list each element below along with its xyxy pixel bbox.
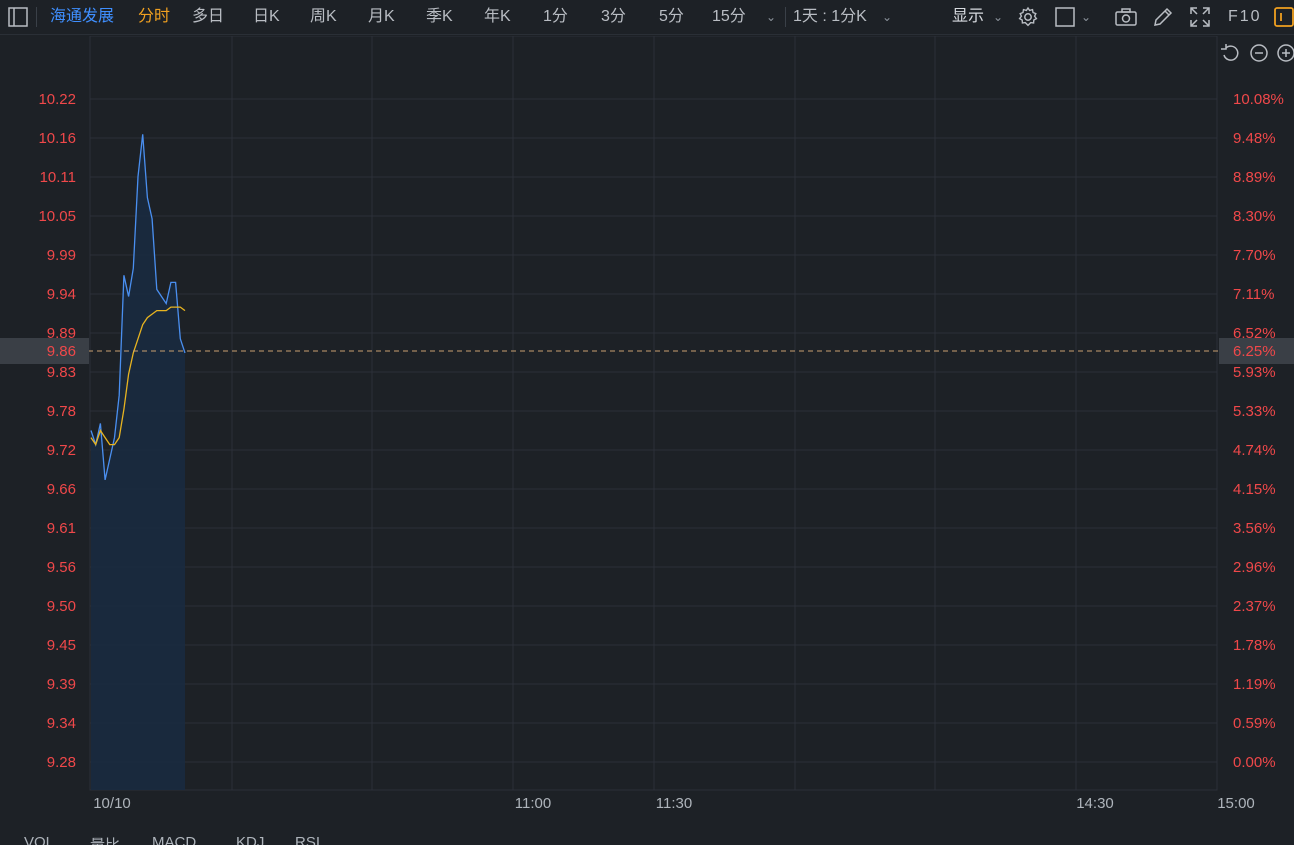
pencil-icon[interactable] [1151,5,1175,29]
stock-name[interactable]: 海通发展 [50,0,114,34]
tab-day-k[interactable]: 日K [253,0,280,34]
percent-tick-label: 7.70% [1233,247,1276,264]
tab-rsi[interactable]: RSI [295,834,320,845]
percent-tick-label: 10.08% [1233,91,1284,108]
intraday-chart[interactable]: 9.86 6.25% 10.22 10.16 10.11 10.05 9.99 9.94 9… [0,36,1294,828]
price-tick-label: 9.61 [47,520,76,537]
price-tick-label: 9.66 [47,481,76,498]
chevron-down-icon[interactable]: ⌄ [882,0,892,34]
tab-month-k[interactable]: 月K [368,0,395,34]
tab-15min[interactable]: 15分 [712,0,746,34]
time-tick-label: 14:30 [1076,795,1114,812]
percent-tick-label: 6.52% [1233,325,1276,342]
time-axis: 10/10 11:00 11:30 14:30 15:00 [93,795,1255,812]
price-tick-label: 9.39 [47,676,76,693]
tab-multi-day[interactable]: 多日 [192,0,224,34]
tab-week-k[interactable]: 周K [310,0,337,34]
current-price-label: 9.86 [47,343,76,360]
price-tick-label: 9.50 [47,598,76,615]
percent-tick-label: 1.19% [1233,676,1276,693]
tab-fenshi[interactable]: 分时 [138,0,170,34]
tab-3min[interactable]: 3分 [601,0,626,34]
display-menu[interactable]: 显示 [952,0,984,34]
percent-axis: 10.08% 9.48% 8.89% 8.30% 7.70% 7.11% 6.52% 5.93… [1233,91,1284,771]
chevron-down-icon[interactable]: ⌄ [766,0,776,34]
percent-tick-label: 0.59% [1233,715,1276,732]
percent-tick-label: 2.96% [1233,559,1276,576]
percent-tick-label: 0.00% [1233,754,1276,771]
layout-icon[interactable] [1272,5,1294,29]
tab-1min[interactable]: 1分 [543,0,568,34]
undo-icon[interactable] [1221,44,1239,61]
price-tick-label: 9.78 [47,403,76,420]
price-tick-label: 9.28 [47,754,76,771]
price-tick-label: 9.34 [47,715,76,732]
time-tick-label: 10/10 [93,795,131,812]
time-tick-label: 11:00 [515,795,551,812]
price-tick-label: 9.99 [47,247,76,264]
tab-5min[interactable]: 5分 [659,0,684,34]
price-tick-label: 10.16 [38,130,76,147]
price-tick-label: 10.11 [40,169,76,186]
percent-tick-label: 9.48% [1233,130,1276,147]
sidebar-toggle-icon[interactable] [6,5,30,29]
price-tick-label: 10.05 [38,208,76,225]
price-tick-label: 9.89 [47,325,76,342]
zoom-in-icon[interactable] [1277,44,1294,62]
chevron-down-icon[interactable]: ⌄ [993,0,1003,34]
tab-macd[interactable]: MACD [152,834,196,845]
price-tick-label: 9.45 [47,637,76,654]
price-tick-label: 10.22 [38,91,76,108]
percent-tick-label: 2.37% [1233,598,1276,615]
percent-tick-label: 4.74% [1233,442,1276,459]
percent-tick-label: 4.15% [1233,481,1276,498]
gear-icon[interactable] [1016,5,1040,29]
percent-tick-label: 8.89% [1233,169,1276,186]
tab-year-k[interactable]: 年K [484,0,511,34]
zoom-out-icon[interactable] [1250,44,1268,62]
time-tick-label: 15:00 [1217,795,1255,812]
price-tick-label: 9.83 [47,364,76,381]
divider [785,7,786,27]
period-selector[interactable]: 1天 : 1分K [793,0,867,34]
square-select-icon[interactable] [1053,5,1077,29]
divider [36,7,37,27]
chart-grid [89,36,1218,791]
time-tick-label: 11:30 [656,795,692,812]
price-axis: 10.22 10.16 10.11 10.05 9.99 9.94 9.89 9.83 9.78… [38,91,76,771]
price-tick-label: 9.72 [47,442,76,459]
current-change-label: 6.25% [1233,343,1276,360]
price-tick-label: 9.56 [47,559,76,576]
tab-season-k[interactable]: 季K [426,0,453,34]
f10-button[interactable]: F10 [1228,0,1262,34]
camera-icon[interactable] [1114,5,1138,29]
percent-tick-label: 5.33% [1233,403,1276,420]
toolbar: 海通发展 分时 多日 日K 周K 月K 季K 年K 1分 3分 5分 15分 ⌄… [0,0,1294,35]
price-tick-label: 9.94 [47,286,76,303]
percent-tick-label: 5.93% [1233,364,1276,381]
fullscreen-icon[interactable] [1188,5,1212,29]
percent-tick-label: 8.30% [1233,208,1276,225]
tab-kdj[interactable]: KDJ [236,834,264,845]
chevron-down-icon[interactable]: ⌄ [1081,0,1091,34]
indicator-tabs: VOL 量比 MACD KDJ RSI [0,828,1294,845]
tab-vol[interactable]: VOL [24,834,54,845]
tab-volume-ratio[interactable]: 量比 [90,834,120,845]
percent-tick-label: 7.11% [1233,286,1274,303]
percent-tick-label: 1.78% [1233,637,1276,654]
percent-tick-label: 3.56% [1233,520,1276,537]
